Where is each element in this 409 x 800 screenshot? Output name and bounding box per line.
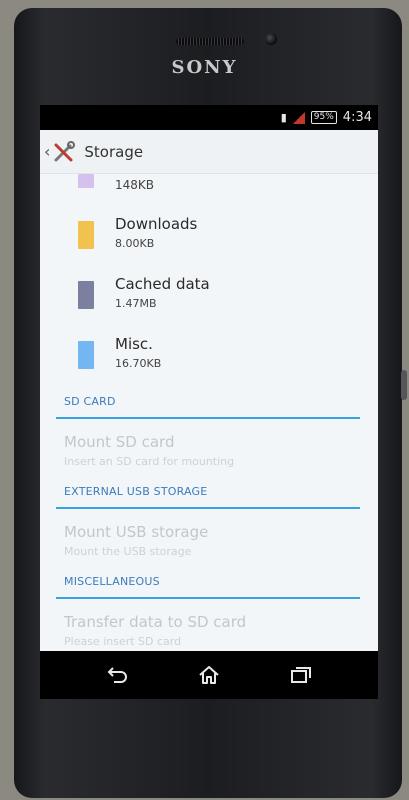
transfer-data-setting[interactable]: Transfer data to SD card Please insert S… xyxy=(40,599,378,651)
cached-data-color-swatch xyxy=(78,281,94,309)
section-label: SD CARD xyxy=(64,395,116,408)
front-camera xyxy=(265,33,277,45)
storage-item-size: 1.47MB xyxy=(115,297,157,310)
section-label: EXTERNAL USB STORAGE xyxy=(64,485,208,498)
settings-tools-icon[interactable] xyxy=(52,140,76,164)
action-bar[interactable]: ‹ Storage xyxy=(40,130,378,174)
storage-item-label: Cached data xyxy=(115,275,210,293)
section-header-usb-storage: EXTERNAL USB STORAGE xyxy=(40,477,378,509)
section-label: MISCELLANEOUS xyxy=(64,575,160,588)
page-title: Storage xyxy=(84,142,144,161)
setting-subtitle: Mount the USB storage xyxy=(64,545,192,558)
storage-item-cached-data[interactable]: Cached data 1.47MB xyxy=(40,262,378,322)
side-button xyxy=(401,370,407,400)
battery-indicator: 95% xyxy=(310,111,337,124)
storage-item-misc[interactable]: Misc. 16.70KB xyxy=(40,322,378,382)
mount-usb-storage-setting[interactable]: Mount USB storage Mount the USB storage xyxy=(40,509,378,567)
setting-title: Transfer data to SD card xyxy=(64,613,247,631)
storage-item-size: 8.00KB xyxy=(115,237,155,250)
back-icon[interactable] xyxy=(104,663,130,687)
storage-item-label: Misc. xyxy=(115,335,153,353)
signal-icon xyxy=(292,111,305,124)
misc-color-swatch xyxy=(78,341,94,369)
setting-subtitle: Please insert SD card xyxy=(64,635,182,648)
storage-item-size: 148KB xyxy=(115,178,155,192)
storage-item-size: 16.70KB xyxy=(115,357,162,370)
recent-apps-icon[interactable] xyxy=(288,663,314,687)
status-bar: ▮ 95% 4:34 xyxy=(40,105,378,130)
storage-list[interactable]: 148KB Downloads 8.00KB Cached data 1.47M… xyxy=(40,174,378,651)
setting-title: Mount SD card xyxy=(64,433,175,451)
device-brand: SONY xyxy=(171,57,238,78)
storage-item-downloads[interactable]: Downloads 8.00KB xyxy=(40,202,378,262)
chevron-left-icon[interactable]: ‹ xyxy=(44,142,50,161)
section-header-sd-card: SD CARD xyxy=(40,387,378,419)
apps-color-swatch xyxy=(78,174,94,188)
mount-sd-card-setting[interactable]: Mount SD card Insert an SD card for moun… xyxy=(40,419,378,477)
navigation-bar xyxy=(40,651,378,699)
earpiece-speaker xyxy=(176,38,244,45)
downloads-color-swatch xyxy=(78,221,94,249)
setting-title: Mount USB storage xyxy=(64,523,209,541)
storage-item-label: Downloads xyxy=(115,215,198,233)
sim-card-icon: ▮ xyxy=(280,111,287,124)
screen: ▮ 95% 4:34 ‹ Storage 148KB Downloads 8.0… xyxy=(40,105,378,699)
status-time: 4:34 xyxy=(342,110,372,125)
section-header-miscellaneous: MISCELLANEOUS xyxy=(40,567,378,599)
setting-subtitle: Insert an SD card for mounting xyxy=(64,455,235,468)
home-icon[interactable] xyxy=(196,663,222,687)
